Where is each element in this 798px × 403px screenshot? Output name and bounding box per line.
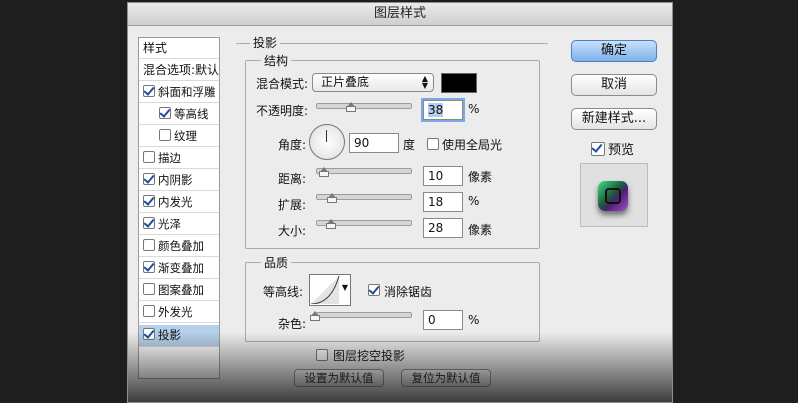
- structure-title: 结构: [261, 52, 292, 69]
- style-item-10[interactable]: 外发光: [139, 302, 219, 323]
- spread-slider-thumb[interactable]: [327, 193, 337, 203]
- ok-button[interactable]: 确定: [571, 40, 657, 62]
- layer-style-dialog: 图层样式 样式 混合选项:默认 斜面和浮雕等高线纹理描边内阴影内发光光泽颜色叠加…: [127, 2, 673, 403]
- global-light-label: 使用全局光: [442, 138, 503, 152]
- preview-swatch: [598, 181, 628, 211]
- style-item-label: 斜面和浮雕: [158, 85, 216, 99]
- style-item-6[interactable]: 光泽: [139, 214, 219, 235]
- style-item-label: 投影: [158, 328, 181, 342]
- section-title: 投影: [250, 34, 281, 51]
- quality-title: 品质: [261, 254, 292, 271]
- angle-dial[interactable]: [309, 124, 345, 160]
- style-item-checkbox[interactable]: [143, 195, 155, 207]
- angle-unit: 度: [403, 138, 416, 152]
- style-item-5[interactable]: 内发光: [139, 192, 219, 213]
- style-item-label: 外发光: [158, 305, 193, 319]
- angle-input[interactable]: 90: [349, 133, 399, 153]
- style-item-label: 内阴影: [158, 173, 193, 187]
- style-item-8[interactable]: 渐变叠加: [139, 258, 219, 279]
- style-item-checkbox[interactable]: [143, 305, 155, 317]
- blend-mode-label: 混合模式:: [256, 77, 309, 91]
- blend-mode-value: 正片叠底: [321, 75, 370, 89]
- size-label: 大小:: [278, 224, 307, 238]
- style-item-label: 图案叠加: [158, 283, 204, 297]
- blend-options-item[interactable]: 混合选项:默认: [139, 60, 219, 81]
- distance-input[interactable]: 10: [423, 166, 463, 186]
- angle-label: 角度:: [278, 138, 307, 152]
- style-item-1[interactable]: 等高线: [139, 104, 219, 125]
- noise-label: 杂色:: [278, 317, 307, 331]
- style-item-label: 等高线: [174, 107, 209, 121]
- style-item-0[interactable]: 斜面和浮雕: [139, 82, 219, 103]
- style-item-checkbox[interactable]: [143, 173, 155, 185]
- style-item-checkbox[interactable]: [143, 328, 155, 340]
- spread-input[interactable]: 18: [423, 192, 463, 212]
- style-list-header[interactable]: 样式: [139, 38, 219, 59]
- distance-label: 距离:: [278, 172, 307, 186]
- style-item-label: 纹理: [174, 129, 197, 143]
- style-item-checkbox[interactable]: [143, 261, 155, 273]
- contour-label: 等高线:: [263, 285, 304, 299]
- style-item-label: 描边: [158, 151, 181, 165]
- set-default-button[interactable]: 设置为默认值: [294, 369, 384, 387]
- new-style-button[interactable]: 新建样式...: [571, 108, 657, 130]
- style-item-7[interactable]: 颜色叠加: [139, 236, 219, 257]
- style-item-label: 渐变叠加: [158, 261, 204, 275]
- style-item-checkbox[interactable]: [159, 129, 171, 141]
- opacity-slider-thumb[interactable]: [346, 102, 356, 112]
- dialog-title: 图层样式: [128, 3, 672, 26]
- style-item-checkbox[interactable]: [143, 283, 155, 295]
- spread-label: 扩展:: [278, 198, 307, 212]
- distance-slider[interactable]: [316, 168, 412, 174]
- style-item-11[interactable]: 投影: [139, 325, 219, 347]
- style-item-3[interactable]: 描边: [139, 148, 219, 169]
- angle-dial-needle: [326, 130, 327, 142]
- style-item-label: 颜色叠加: [158, 239, 204, 253]
- style-item-4[interactable]: 内阴影: [139, 170, 219, 191]
- preview-checkbox[interactable]: [591, 142, 605, 156]
- preview-thumbnail: [580, 163, 648, 227]
- style-item-checkbox[interactable]: [143, 85, 155, 97]
- select-arrows-icon: ▲ ▼: [421, 74, 428, 90]
- contour-curve-icon: [311, 276, 340, 304]
- style-item-checkbox[interactable]: [143, 151, 155, 163]
- opacity-label: 不透明度:: [256, 104, 309, 118]
- style-item-label: 光泽: [158, 217, 181, 231]
- contour-picker[interactable]: ▼: [309, 274, 351, 306]
- cancel-button[interactable]: 取消: [571, 74, 657, 96]
- opacity-slider[interactable]: [316, 103, 412, 109]
- style-list: 样式 混合选项:默认 斜面和浮雕等高线纹理描边内阴影内发光光泽颜色叠加渐变叠加图…: [138, 37, 220, 379]
- distance-unit: 像素: [468, 170, 493, 184]
- noise-unit: %: [468, 313, 480, 327]
- size-input[interactable]: 28: [423, 218, 463, 238]
- noise-slider-thumb[interactable]: [310, 311, 320, 321]
- preview-label: 预览: [608, 143, 635, 158]
- knockout-checkbox[interactable]: [316, 349, 328, 361]
- blend-mode-select[interactable]: 正片叠底 ▲ ▼: [312, 73, 434, 92]
- style-item-checkbox[interactable]: [159, 107, 171, 119]
- opacity-input[interactable]: 38: [423, 100, 463, 120]
- style-item-checkbox[interactable]: [143, 239, 155, 251]
- knockout-label: 图层挖空投影: [333, 349, 406, 363]
- anti-alias-checkbox[interactable]: [368, 284, 380, 296]
- style-item-2[interactable]: 纹理: [139, 126, 219, 147]
- size-slider-thumb[interactable]: [326, 219, 336, 229]
- preview-inner-icon: [605, 188, 621, 204]
- shadow-color-swatch[interactable]: [441, 73, 477, 93]
- reset-default-button[interactable]: 复位为默认值: [401, 369, 491, 387]
- opacity-unit: %: [468, 102, 480, 116]
- style-item-checkbox[interactable]: [143, 217, 155, 229]
- style-item-9[interactable]: 图案叠加: [139, 280, 219, 301]
- style-item-label: 内发光: [158, 195, 193, 209]
- size-unit: 像素: [468, 223, 493, 237]
- distance-slider-thumb[interactable]: [319, 167, 329, 177]
- contour-dropdown-icon: ▼: [341, 283, 348, 292]
- noise-slider[interactable]: [316, 312, 412, 318]
- global-light-checkbox[interactable]: [427, 138, 439, 150]
- anti-alias-label: 消除锯齿: [384, 285, 433, 299]
- spread-unit: %: [468, 194, 480, 208]
- noise-input[interactable]: 0: [423, 310, 463, 330]
